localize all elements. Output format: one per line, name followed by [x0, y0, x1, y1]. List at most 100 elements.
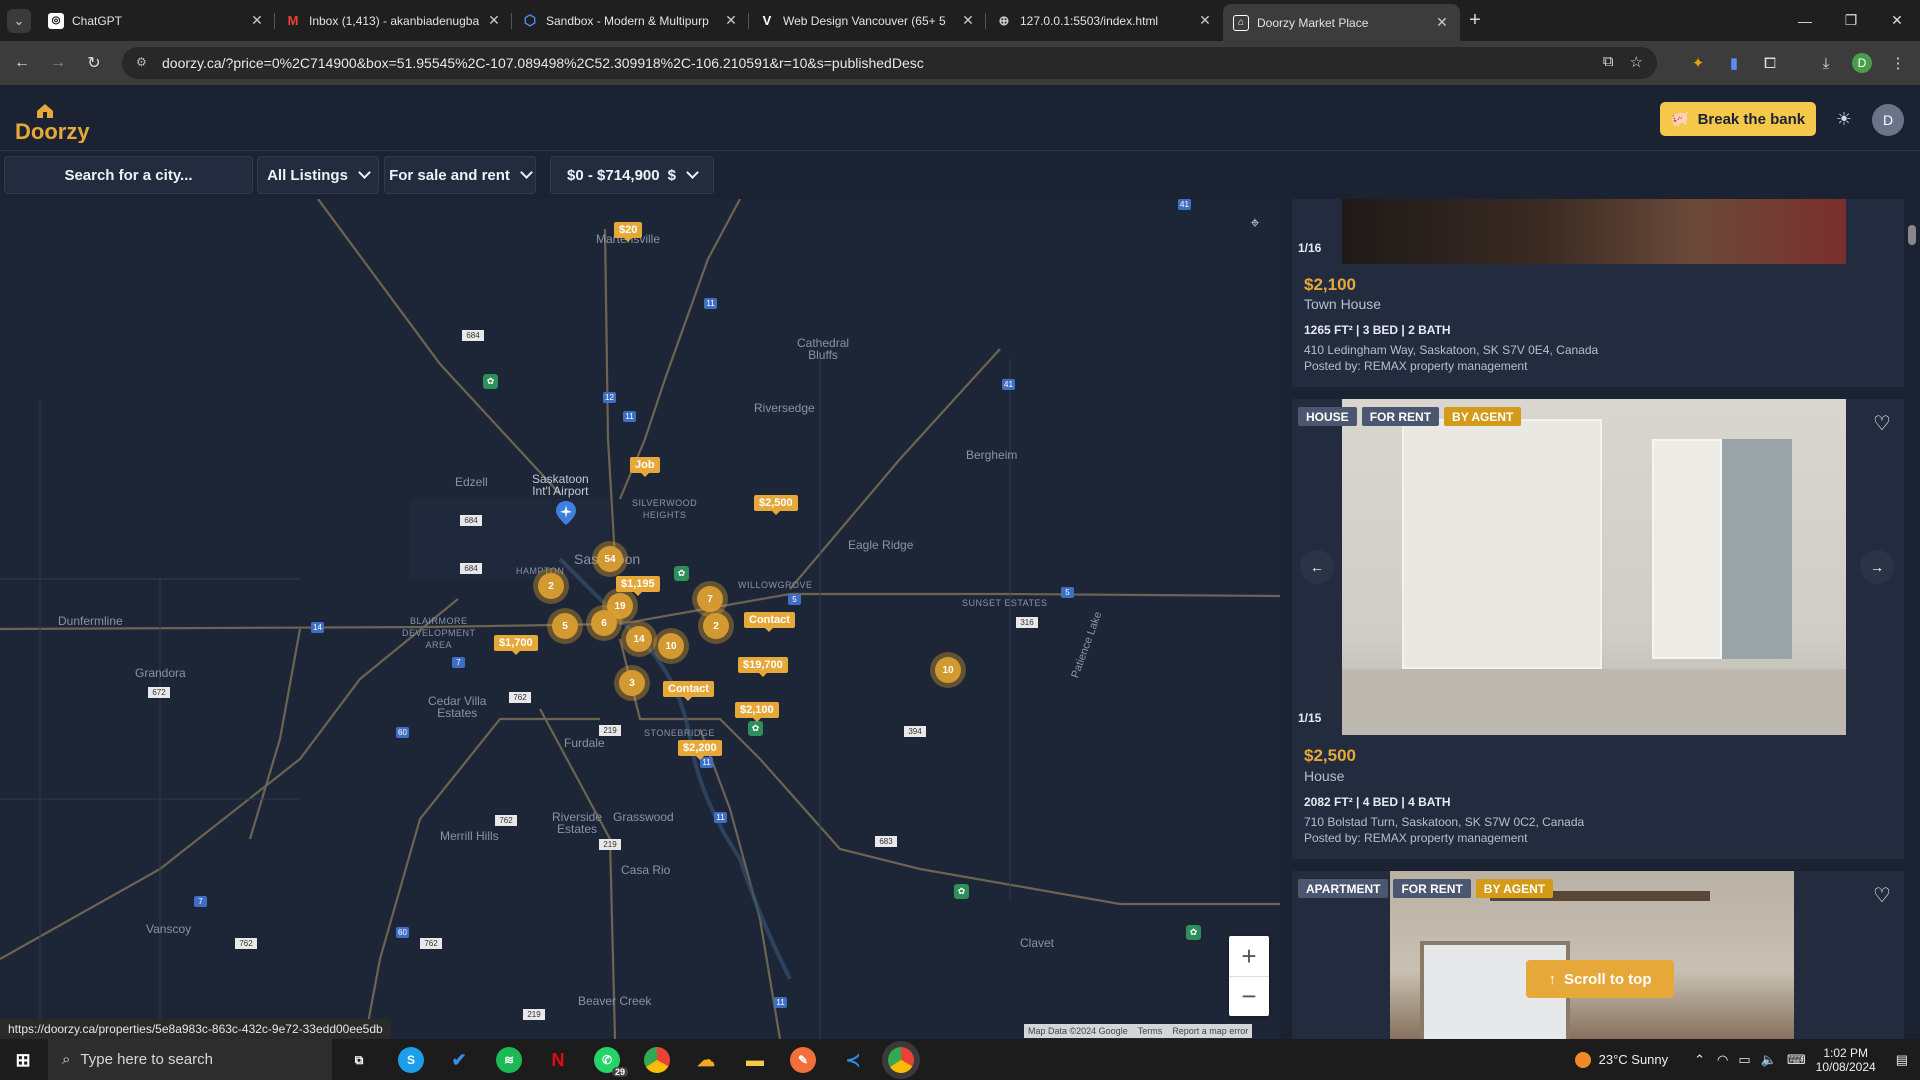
weather-app-icon[interactable]: ☁	[693, 1047, 719, 1073]
map-price-marker[interactable]: $2,500	[754, 495, 798, 515]
map-price-marker[interactable]: Contact	[744, 612, 795, 632]
spotify-icon[interactable]: ≋	[496, 1047, 522, 1073]
browser-tab[interactable]: M Inbox (1,413) - akanbiadenugba ✕	[275, 4, 512, 37]
battery-icon[interactable]: ▭	[1738, 1052, 1750, 1068]
url-input[interactable]: ⚙ doorzy.ca/?price=0%2C714900&box=51.955…	[122, 47, 1657, 79]
listings-dropdown[interactable]: All Listings	[257, 156, 379, 194]
user-avatar[interactable]: D	[1872, 104, 1904, 136]
tab-search-button[interactable]: ⌄	[0, 0, 38, 41]
minimize-icon[interactable]: —	[1782, 0, 1828, 41]
listing-card[interactable]: 1/16 $2,100 Town House 1265 FT² | 3 BED …	[1292, 199, 1904, 387]
listing-card[interactable]: HOUSE FOR RENT BY AGENT ♡ ← → 1/15 $2,50…	[1292, 399, 1904, 859]
close-icon[interactable]: ✕	[723, 12, 739, 29]
terms-link[interactable]: Terms	[1138, 1026, 1163, 1036]
vscode-icon[interactable]: ≺	[840, 1047, 866, 1073]
bookmark-star-icon[interactable]: ☆	[1630, 53, 1643, 71]
new-tab-button[interactable]: +	[1460, 4, 1490, 37]
listing-photo[interactable]	[1342, 399, 1846, 735]
map-cluster-marker[interactable]: 2	[698, 608, 734, 644]
arrow-up-icon: ↑	[1548, 970, 1557, 988]
chrome-icon[interactable]	[644, 1047, 670, 1073]
postman-icon[interactable]: ✎	[790, 1047, 816, 1073]
notifications-icon[interactable]: ▤	[1896, 1052, 1908, 1068]
weather-text[interactable]: 23°C Sunny	[1599, 1052, 1669, 1067]
taskbar-search-input[interactable]: ⌕ Type here to search	[48, 1039, 332, 1080]
clock[interactable]: 1:02 PM 10/08/2024	[1816, 1046, 1876, 1074]
favorite-heart-icon[interactable]: ♡	[1870, 411, 1894, 435]
skype-icon[interactable]: S	[398, 1047, 424, 1073]
theme-toggle-sun-icon[interactable]: ☀	[1832, 107, 1856, 131]
scrollbar-thumb[interactable]	[1908, 225, 1916, 245]
map-price-marker[interactable]: Contact	[663, 681, 714, 701]
close-icon[interactable]: ✕	[1434, 14, 1450, 31]
reload-icon[interactable]: ↻	[80, 49, 108, 77]
close-icon[interactable]: ✕	[486, 12, 502, 29]
map-price-marker[interactable]: $2,100	[735, 702, 779, 722]
download-icon[interactable]: ⤓	[1814, 51, 1838, 75]
extensions-puzzle-icon[interactable]: ⧠	[1758, 51, 1782, 75]
map-cluster-marker[interactable]: 54	[592, 541, 628, 577]
app-header: Doorzy 🐖 Break the bank ☀ D	[0, 85, 1920, 151]
map[interactable]: Martensville CathedralBluffs Riversedge …	[0, 199, 1280, 1039]
volume-icon[interactable]: 🔈	[1761, 1052, 1777, 1068]
map-cluster-marker[interactable]: 10	[930, 652, 966, 688]
chrome-active-icon[interactable]	[888, 1047, 914, 1073]
browser-tab[interactable]: ⊕ 127.0.0.1:5503/index.html ✕	[986, 4, 1223, 37]
next-photo-arrow-icon[interactable]: →	[1860, 550, 1894, 584]
map-price-marker[interactable]: $20	[614, 222, 643, 242]
map-cluster-marker[interactable]: 6	[586, 605, 622, 641]
zoom-in-button[interactable]: +	[1229, 936, 1269, 976]
netflix-icon[interactable]: N	[545, 1047, 571, 1073]
map-cluster-marker[interactable]: 2	[533, 568, 569, 604]
map-price-marker[interactable]: Job	[630, 457, 660, 477]
docs-extension-icon[interactable]: ▮	[1722, 51, 1746, 75]
close-icon[interactable]: ✕	[1197, 12, 1213, 29]
map-cluster-marker[interactable]: 10	[653, 628, 689, 664]
todo-icon[interactable]: ✔	[446, 1047, 472, 1073]
browser-tab-active[interactable]: ⌂ Doorzy Market Place ✕	[1223, 4, 1460, 41]
map-cluster-marker[interactable]: 14	[621, 621, 657, 657]
restore-icon[interactable]: ❐	[1828, 0, 1874, 41]
map-cluster-marker[interactable]: 3	[614, 665, 650, 701]
chevron-up-icon[interactable]: ⌃	[1694, 1052, 1705, 1068]
map-price-marker[interactable]: $19,700	[738, 657, 788, 677]
close-icon[interactable]: ✕	[960, 12, 976, 29]
listings-scrollbar[interactable]	[1904, 199, 1920, 1039]
whatsapp-icon[interactable]: ✆ 29	[594, 1047, 628, 1077]
kebab-menu-icon[interactable]: ⋮	[1886, 51, 1910, 75]
task-view-icon[interactable]: ⧉	[346, 1047, 372, 1073]
map-price-marker[interactable]: $2,200	[678, 740, 722, 760]
listing-photo[interactable]	[1342, 199, 1846, 264]
locate-me-icon[interactable]: ⌖	[1240, 209, 1270, 239]
browser-tab[interactable]: V Web Design Vancouver (65+ 5 ✕	[749, 4, 986, 37]
city-search-input[interactable]: Search for a city...	[4, 156, 253, 194]
color-extension-icon[interactable]: ✦	[1686, 51, 1710, 75]
back-icon[interactable]: ←	[8, 49, 36, 77]
prev-photo-arrow-icon[interactable]: ←	[1300, 550, 1334, 584]
favorite-heart-icon[interactable]: ♡	[1870, 883, 1894, 907]
map-cluster-marker[interactable]: 5	[547, 608, 583, 644]
browser-tab[interactable]: ⬡ Sandbox - Modern & Multipurp ✕	[512, 4, 749, 37]
map-price-marker[interactable]: $1,700	[494, 635, 538, 655]
close-icon[interactable]: ✕	[249, 12, 265, 29]
listing-specs: 2082 FT² | 4 BED | 4 BATH	[1304, 795, 1451, 809]
profile-avatar[interactable]: D	[1852, 53, 1872, 73]
windows-start-icon[interactable]: ⊞	[10, 1047, 36, 1073]
site-info-icon[interactable]: ⚙	[136, 55, 152, 71]
zoom-out-button[interactable]: −	[1229, 976, 1269, 1016]
close-window-icon[interactable]: ✕	[1874, 0, 1920, 41]
file-explorer-icon[interactable]: ▬	[742, 1047, 768, 1073]
forward-icon[interactable]: →	[44, 49, 72, 77]
browser-tab[interactable]: ◎ ChatGPT ✕	[38, 4, 275, 37]
doorzy-logo[interactable]: Doorzy	[15, 99, 95, 144]
language-icon[interactable]: ⌨	[1787, 1052, 1806, 1068]
report-error-link[interactable]: Report a map error	[1172, 1026, 1248, 1036]
trans-canada-shield-icon: ✿	[674, 566, 689, 581]
sale-rent-dropdown[interactable]: For sale and rent	[384, 156, 536, 194]
price-range-dropdown[interactable]: $0 - $714,900 $	[550, 156, 714, 194]
listing-card[interactable]: APARTMENT FOR RENT BY AGENT ♡	[1292, 871, 1904, 1039]
break-the-bank-button[interactable]: 🐖 Break the bank	[1660, 102, 1816, 136]
scroll-to-top-button[interactable]: ↑ Scroll to top	[1526, 960, 1674, 998]
wifi-icon[interactable]: ◠	[1717, 1052, 1728, 1068]
screenshot-icon[interactable]: ⧉	[1603, 53, 1614, 71]
